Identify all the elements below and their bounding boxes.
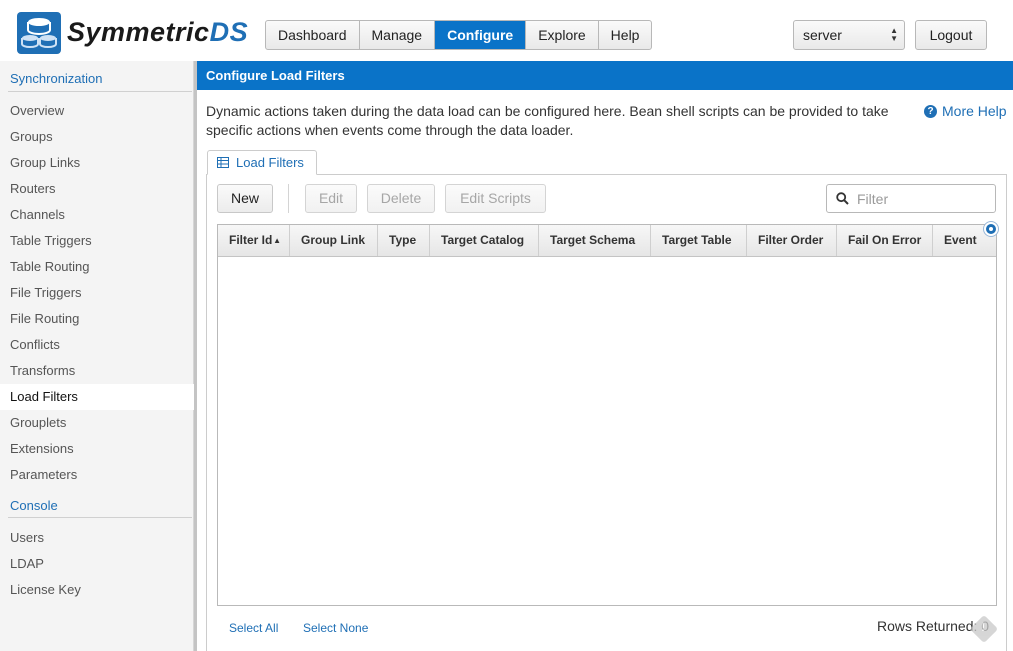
delete-button[interactable]: Delete xyxy=(367,184,435,213)
sidebar-item-group-links[interactable]: Group Links xyxy=(0,150,194,176)
edit-button[interactable]: Edit xyxy=(305,184,357,213)
select-none-link[interactable]: Select None xyxy=(303,621,368,635)
column-header-type[interactable]: Type xyxy=(378,225,430,256)
sidebar-item-channels[interactable]: Channels xyxy=(0,202,194,228)
column-header-target-schema[interactable]: Target Schema xyxy=(539,225,651,256)
sidebar-divider xyxy=(8,517,192,518)
column-header-filter-order[interactable]: Filter Order xyxy=(747,225,837,256)
column-header-filter-id[interactable]: Filter Id ▲ xyxy=(218,225,290,256)
column-settings-gear-icon[interactable] xyxy=(984,222,998,236)
brand-accent-text: DS xyxy=(209,17,249,47)
sidebar-item-conflicts[interactable]: Conflicts xyxy=(0,332,194,358)
load-filters-table: Filter Id ▲ Group Link Type Target Catal… xyxy=(217,224,997,606)
sidebar-item-grouplets[interactable]: Grouplets xyxy=(0,410,194,436)
sidebar-item-ldap[interactable]: LDAP xyxy=(0,551,194,577)
brand-name: SymmetricDS xyxy=(67,17,248,48)
sidebar-section-synchronization[interactable]: Synchronization xyxy=(10,71,103,86)
question-icon: ? xyxy=(924,104,937,118)
nav-explore[interactable]: Explore xyxy=(526,21,599,49)
more-help-label: More Help xyxy=(942,103,1007,119)
main-title-bar: Configure Load Filters xyxy=(197,61,1013,90)
filter-input[interactable]: Filter xyxy=(826,184,996,213)
nav-manage[interactable]: Manage xyxy=(360,21,436,49)
column-header-group-link[interactable]: Group Link xyxy=(290,225,378,256)
nav-configure[interactable]: Configure xyxy=(435,21,527,49)
sidebar-item-license-key[interactable]: License Key xyxy=(0,577,194,603)
toolbar-separator xyxy=(288,184,289,213)
nav-help[interactable]: Help xyxy=(599,21,652,49)
sidebar-item-load-filters[interactable]: Load Filters xyxy=(0,384,194,410)
sidebar-item-users[interactable]: Users xyxy=(0,525,194,551)
filter-placeholder: Filter xyxy=(857,190,889,207)
column-header-fail-on-error[interactable]: Fail On Error xyxy=(837,225,933,256)
sidebar-item-extensions[interactable]: Extensions xyxy=(0,436,194,462)
sort-ascending-icon: ▲ xyxy=(273,236,281,245)
sidebar-item-routers[interactable]: Routers xyxy=(0,176,194,202)
new-button[interactable]: New xyxy=(217,184,273,213)
sidebar-divider xyxy=(8,91,192,92)
sidebar-item-table-routing[interactable]: Table Routing xyxy=(0,254,194,280)
symmetricds-logo-icon xyxy=(17,12,61,54)
search-icon xyxy=(836,192,849,205)
server-select[interactable]: server ▲ ▼ xyxy=(793,20,905,50)
sidebar-item-file-triggers[interactable]: File Triggers xyxy=(0,280,194,306)
more-help-link[interactable]: ? More Help xyxy=(924,103,1007,119)
select-all-link[interactable]: Select All xyxy=(229,621,278,635)
brand-main-text: Symmetric xyxy=(67,17,210,47)
sidebar-splitter[interactable] xyxy=(194,61,197,651)
sidebar-section-console[interactable]: Console xyxy=(10,498,58,513)
sidebar-item-file-routing[interactable]: File Routing xyxy=(0,306,194,332)
sidebar-item-table-triggers[interactable]: Table Triggers xyxy=(0,228,194,254)
sidebar: Synchronization Overview Groups Group Li… xyxy=(0,61,194,651)
sidebar-item-overview[interactable]: Overview xyxy=(0,98,194,124)
server-select-value: server xyxy=(803,27,842,43)
edit-scripts-button[interactable]: Edit Scripts xyxy=(445,184,546,213)
tab-load-filters[interactable]: Load Filters xyxy=(207,150,317,175)
tab-label: Load Filters xyxy=(236,155,304,170)
sidebar-item-parameters[interactable]: Parameters xyxy=(0,462,194,488)
table-icon xyxy=(217,157,229,168)
nav-dashboard[interactable]: Dashboard xyxy=(266,21,360,49)
select-arrows-icon: ▲ ▼ xyxy=(890,26,898,43)
column-header-target-catalog[interactable]: Target Catalog xyxy=(430,225,539,256)
page-title: Configure Load Filters xyxy=(206,68,345,83)
main-nav: Dashboard Manage Configure Explore Help xyxy=(265,20,653,50)
app-header: SymmetricDS Dashboard Manage Configure E… xyxy=(0,0,1013,61)
sidebar-item-transforms[interactable]: Transforms xyxy=(0,358,194,384)
sidebar-item-groups[interactable]: Groups xyxy=(0,124,194,150)
table-header: Filter Id ▲ Group Link Type Target Catal… xyxy=(218,225,996,257)
page-description: Dynamic actions taken during the data lo… xyxy=(206,103,889,138)
logout-button[interactable]: Logout xyxy=(915,20,987,50)
column-header-label: Filter Id xyxy=(229,233,273,247)
column-header-target-table[interactable]: Target Table xyxy=(651,225,747,256)
